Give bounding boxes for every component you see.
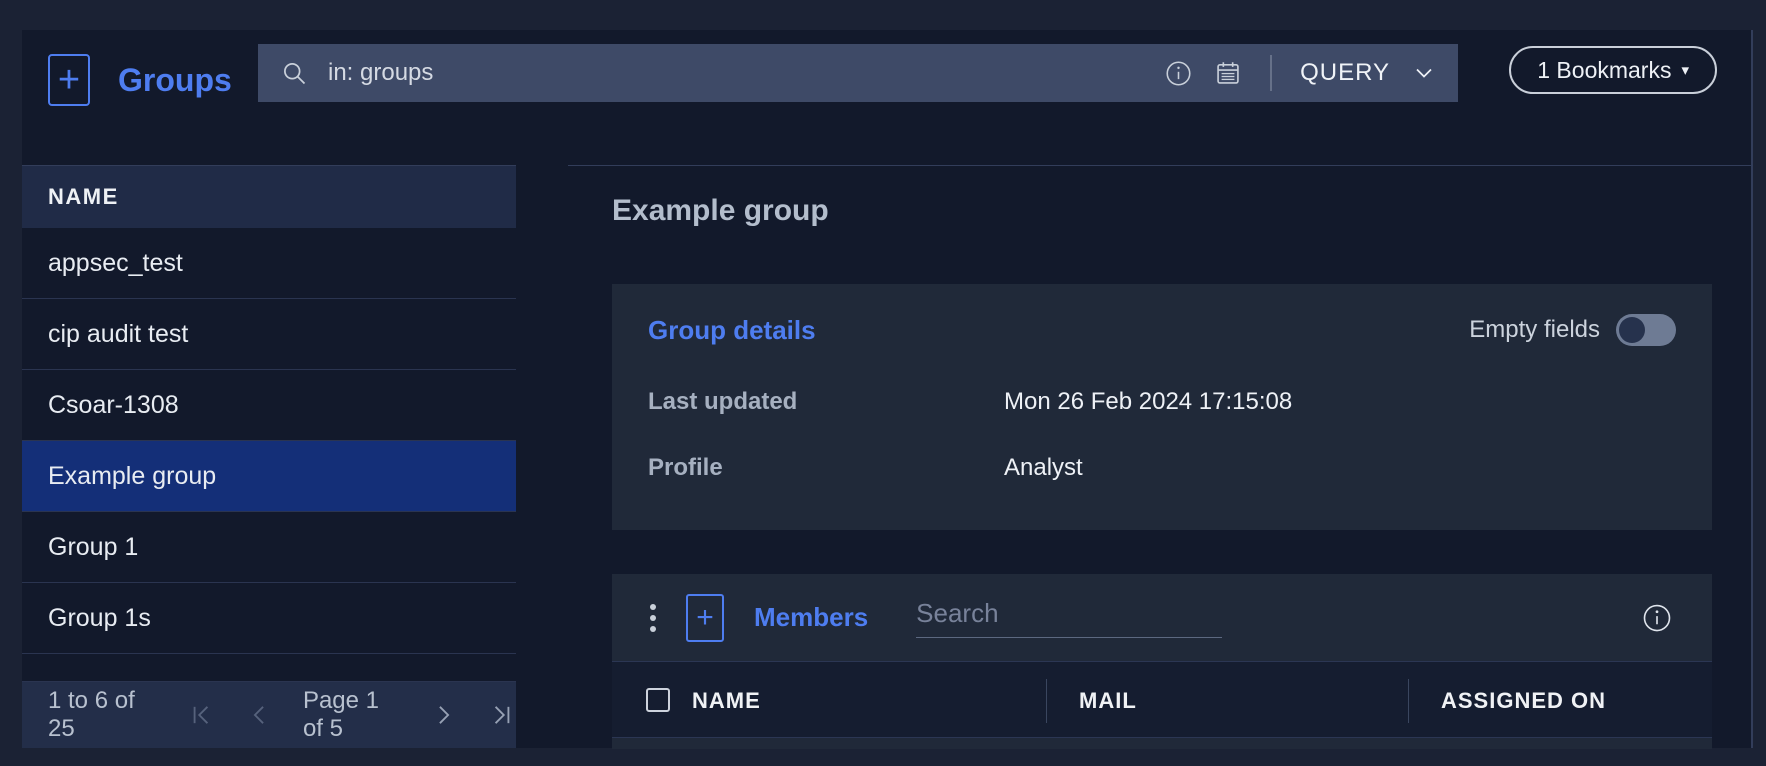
field-value: Mon 26 Feb 2024 17:15:08 [1004, 388, 1293, 415]
group-list-panel: NAME appsec_test cip audit test Csoar-13… [22, 165, 516, 748]
kebab-menu-icon[interactable] [646, 600, 660, 636]
group-details-card: Group details Empty fields Last updated … [612, 284, 1712, 530]
field-label: Last updated [648, 388, 798, 415]
toggle-knob [1619, 317, 1645, 343]
group-row-selected[interactable]: Example group [22, 441, 516, 512]
search-input[interactable] [328, 59, 1166, 87]
members-search-input[interactable] [916, 597, 1223, 638]
bookmarks-label: 1 Bookmarks [1537, 56, 1672, 83]
info-icon[interactable] [1165, 60, 1192, 87]
previous-page-icon[interactable] [245, 701, 273, 729]
group-row[interactable]: Group 1 [22, 512, 516, 583]
bookmarks-button[interactable]: 1 Bookmarks ▾ [1509, 46, 1717, 94]
members-table-row-partial [612, 738, 1712, 748]
first-page-icon[interactable] [187, 701, 215, 729]
members-column-assigned-on[interactable]: ASSIGNED ON [1441, 688, 1606, 714]
caret-down-icon: ▾ [1681, 61, 1689, 79]
pagination-page: Page 1 of 5 [302, 687, 380, 742]
group-details-title: Group details [648, 314, 816, 345]
group-list-column-header[interactable]: NAME [22, 165, 516, 228]
field-value: Analyst [1004, 454, 1083, 481]
list-spacer [22, 654, 516, 682]
column-divider [1046, 679, 1047, 723]
pagination-range: 1 to 6 of 25 [48, 687, 135, 742]
pagination-bar: 1 to 6 of 25 Page 1 of 5 [22, 682, 516, 748]
info-icon[interactable] [1642, 603, 1672, 633]
members-column-mail[interactable]: MAIL [1079, 688, 1137, 714]
group-row[interactable]: Csoar-1308 [22, 370, 516, 441]
last-page-icon[interactable] [488, 701, 516, 729]
members-column-name[interactable]: NAME [692, 688, 761, 714]
divider [1270, 55, 1273, 91]
empty-fields-toggle[interactable] [1616, 314, 1676, 346]
group-row[interactable]: Group 1s [22, 583, 516, 654]
empty-fields-label: Empty fields [1469, 316, 1600, 343]
calendar-icon[interactable] [1214, 59, 1242, 87]
detail-pane: Example group Group details Empty fields… [568, 165, 1753, 749]
search-bar[interactable]: QUERY [258, 44, 1458, 102]
group-row[interactable]: appsec_test [22, 228, 516, 299]
query-dropdown-label[interactable]: QUERY [1300, 59, 1390, 87]
group-row[interactable]: cip audit test [22, 299, 516, 370]
chevron-down-icon[interactable] [1412, 61, 1436, 85]
app-window: + Groups in: groups QUERY 1 Bookmarks ▾ … [22, 30, 1753, 749]
top-bar: + Groups in: groups QUERY 1 Bookmarks ▾ [22, 30, 1751, 165]
column-divider [1408, 679, 1409, 723]
selected-group-heading: Example group [612, 194, 829, 227]
search-icon [280, 59, 308, 87]
add-member-button[interactable]: + [686, 593, 724, 642]
detail-field-row: Last updated Mon 26 Feb 2024 17:15:08 [648, 388, 1292, 416]
field-label: Profile [648, 454, 723, 481]
members-table-header: NAME MAIL ASSIGNED ON [612, 661, 1712, 738]
members-title: Members [754, 602, 869, 632]
next-page-icon[interactable] [430, 701, 458, 729]
page-title: Groups [118, 62, 232, 98]
select-all-checkbox[interactable] [646, 688, 670, 712]
members-card: + Members NAME MAIL ASSIGNED ON [612, 574, 1712, 749]
detail-field-row: Profile Analyst [648, 454, 1083, 482]
add-group-button[interactable]: + [48, 54, 90, 106]
